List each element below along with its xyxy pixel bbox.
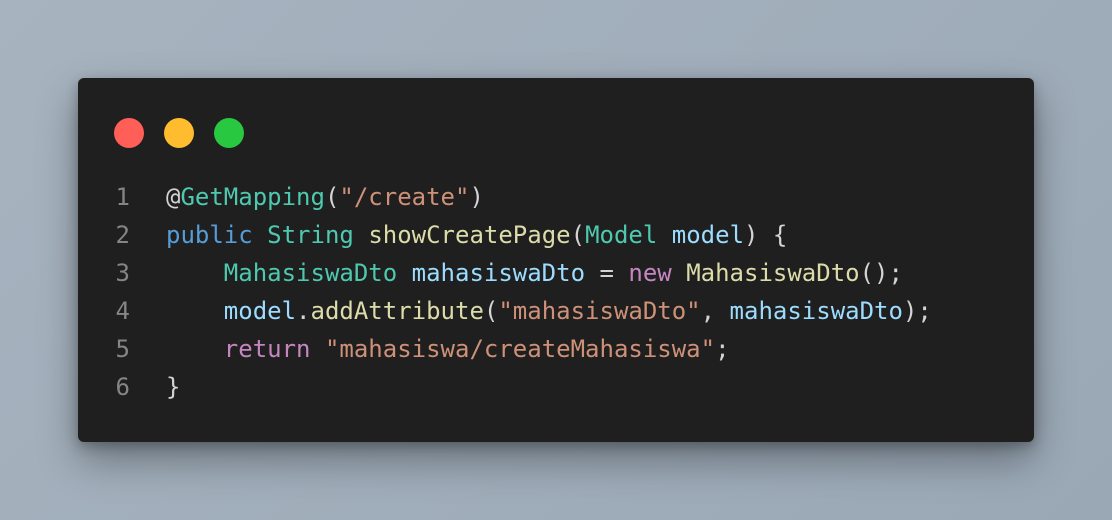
code-token: (); [859, 259, 903, 287]
code-token: mahasiswaDto [729, 297, 903, 325]
code-token: model [671, 221, 745, 249]
code-token: model [223, 297, 297, 325]
code-text: } [166, 368, 180, 406]
line-number: 2 [115, 221, 130, 249]
line-number: 5 [115, 335, 130, 363]
code-token: . [296, 297, 311, 325]
code-token: ( [483, 297, 499, 325]
code-token: ; [715, 335, 730, 363]
code-token: Model [585, 221, 658, 249]
line-number: 6 [115, 373, 130, 401]
code-text: MahasiswaDto mahasiswaDto = new Mahasisw… [166, 254, 903, 292]
code-token: ( [570, 221, 586, 249]
code-token: String [267, 221, 354, 249]
code-token: "/create" [339, 183, 470, 211]
maximize-button[interactable] [214, 118, 244, 148]
code-token: ) { [744, 221, 788, 249]
code-token: return [223, 335, 311, 363]
code-token: ); [902, 297, 932, 325]
code-token: "mahasiswa/createMahasiswa" [324, 335, 716, 363]
code-token: new [628, 259, 672, 287]
code-text: return "mahasiswa/createMahasiswa"; [166, 330, 730, 368]
code-line: 3 MahasiswaDto mahasiswaDto = new Mahasi… [78, 254, 1034, 292]
line-number: 4 [115, 297, 130, 325]
line-number: 3 [115, 259, 130, 287]
code-line: 1 @GetMapping("/create") [78, 178, 1034, 216]
code-window: 1 @GetMapping("/create") 2 public String sh… [78, 78, 1034, 442]
code-text: model.addAttribute("mahasiswaDto", mahas… [166, 292, 932, 330]
code-token: = [585, 259, 629, 287]
code-token: , [700, 297, 730, 325]
code-text: public String showCreatePage(Model model… [166, 216, 787, 254]
close-button[interactable] [114, 118, 144, 148]
code-line: 6} [78, 368, 1034, 406]
code-token: ) [469, 183, 484, 211]
code-block: 1 @GetMapping("/create") 2 public String sh… [78, 178, 1034, 406]
code-token: ( [324, 183, 340, 211]
minimize-button[interactable] [164, 118, 194, 148]
line-number: 1 [115, 183, 130, 211]
code-line: 4 model.addAttribute("mahasiswaDto", mah… [78, 292, 1034, 330]
code-token: MahasiswaDto [223, 259, 398, 287]
code-token: showCreatePage [368, 221, 571, 249]
code-line: 5 return "mahasiswa/createMahasiswa"; [78, 330, 1034, 368]
code-token: @ [166, 183, 181, 211]
code-text: @GetMapping("/create") [166, 178, 484, 216]
code-token: "mahasiswaDto" [498, 297, 701, 325]
code-token: mahasiswaDto [411, 259, 586, 287]
code-token: public [166, 221, 253, 249]
code-line: 2 public String showCreatePage(Model mode… [78, 216, 1034, 254]
code-token: } [166, 373, 181, 401]
code-token: MahasiswaDto [686, 259, 860, 287]
code-token: addAttribute [310, 297, 484, 325]
code-token: GetMapping [180, 183, 325, 211]
